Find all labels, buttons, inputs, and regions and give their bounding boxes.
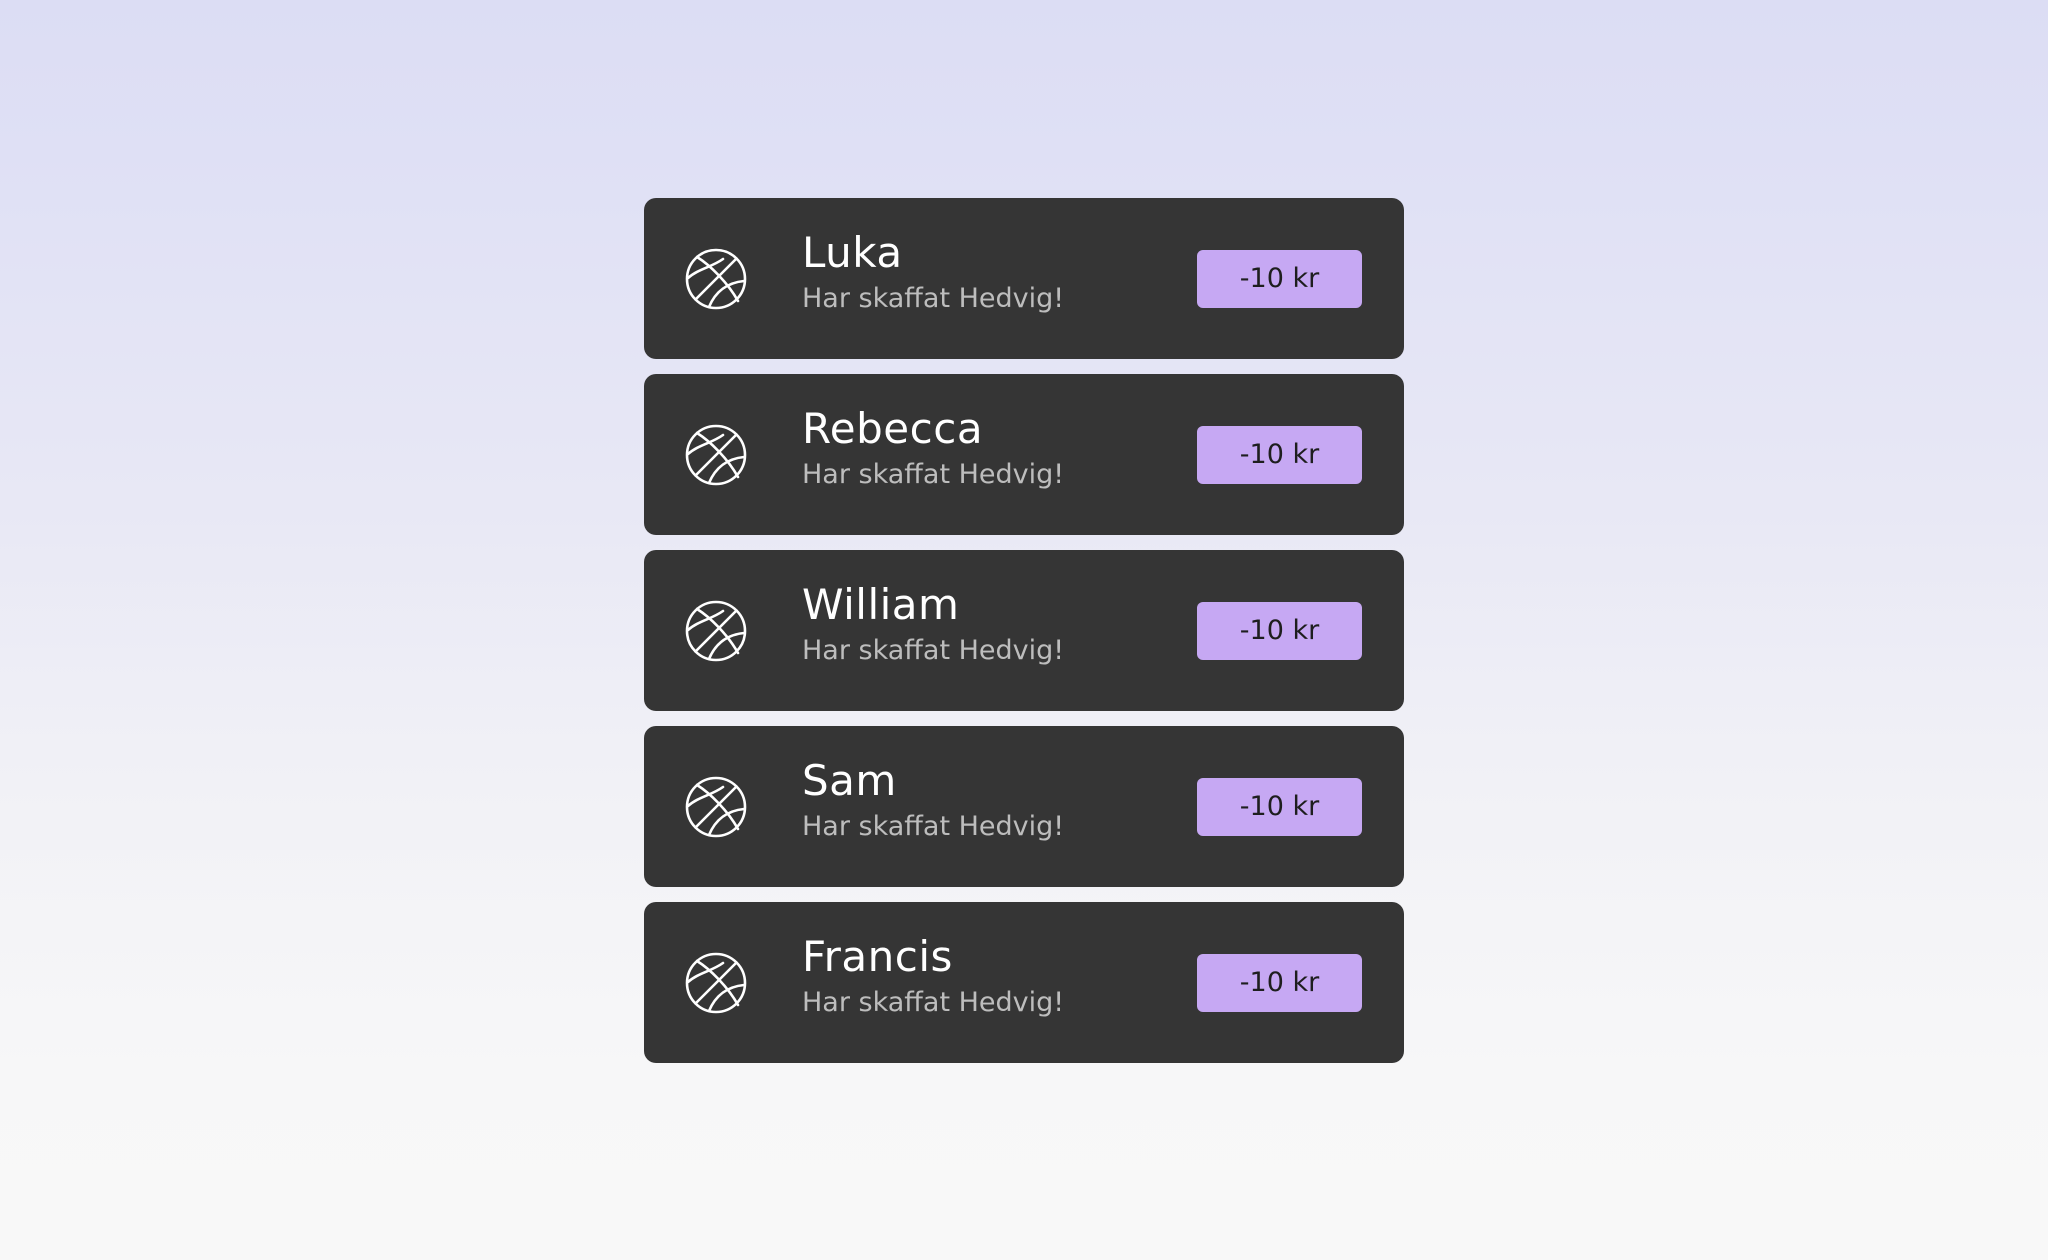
- list-item[interactable]: William Har skaffat Hedvig! -10 kr: [644, 550, 1404, 711]
- referral-list: Luka Har skaffat Hedvig! -10 kr Rebecca …: [644, 198, 1404, 1078]
- basketball-icon: [684, 247, 748, 311]
- member-name: Francis: [802, 932, 953, 981]
- list-item[interactable]: Sam Har skaffat Hedvig! -10 kr: [644, 726, 1404, 887]
- member-status: Har skaffat Hedvig!: [802, 283, 1065, 314]
- discount-badge[interactable]: -10 kr: [1197, 601, 1362, 660]
- member-status: Har skaffat Hedvig!: [802, 459, 1065, 490]
- list-item[interactable]: Luka Har skaffat Hedvig! -10 kr: [644, 198, 1404, 359]
- list-item[interactable]: Francis Har skaffat Hedvig! -10 kr: [644, 902, 1404, 1063]
- member-name: Rebecca: [802, 404, 984, 453]
- member-status: Har skaffat Hedvig!: [802, 635, 1065, 666]
- member-status: Har skaffat Hedvig!: [802, 987, 1065, 1018]
- basketball-icon: [684, 599, 748, 663]
- discount-badge[interactable]: -10 kr: [1197, 777, 1362, 836]
- member-name: Sam: [802, 756, 897, 805]
- list-item[interactable]: Rebecca Har skaffat Hedvig! -10 kr: [644, 374, 1404, 535]
- member-status: Har skaffat Hedvig!: [802, 811, 1065, 842]
- discount-badge[interactable]: -10 kr: [1197, 249, 1362, 308]
- basketball-icon: [684, 951, 748, 1015]
- member-name: William: [802, 580, 960, 629]
- discount-badge[interactable]: -10 kr: [1197, 425, 1362, 484]
- basketball-icon: [684, 423, 748, 487]
- basketball-icon: [684, 775, 748, 839]
- member-name: Luka: [802, 228, 903, 277]
- discount-badge[interactable]: -10 kr: [1197, 953, 1362, 1012]
